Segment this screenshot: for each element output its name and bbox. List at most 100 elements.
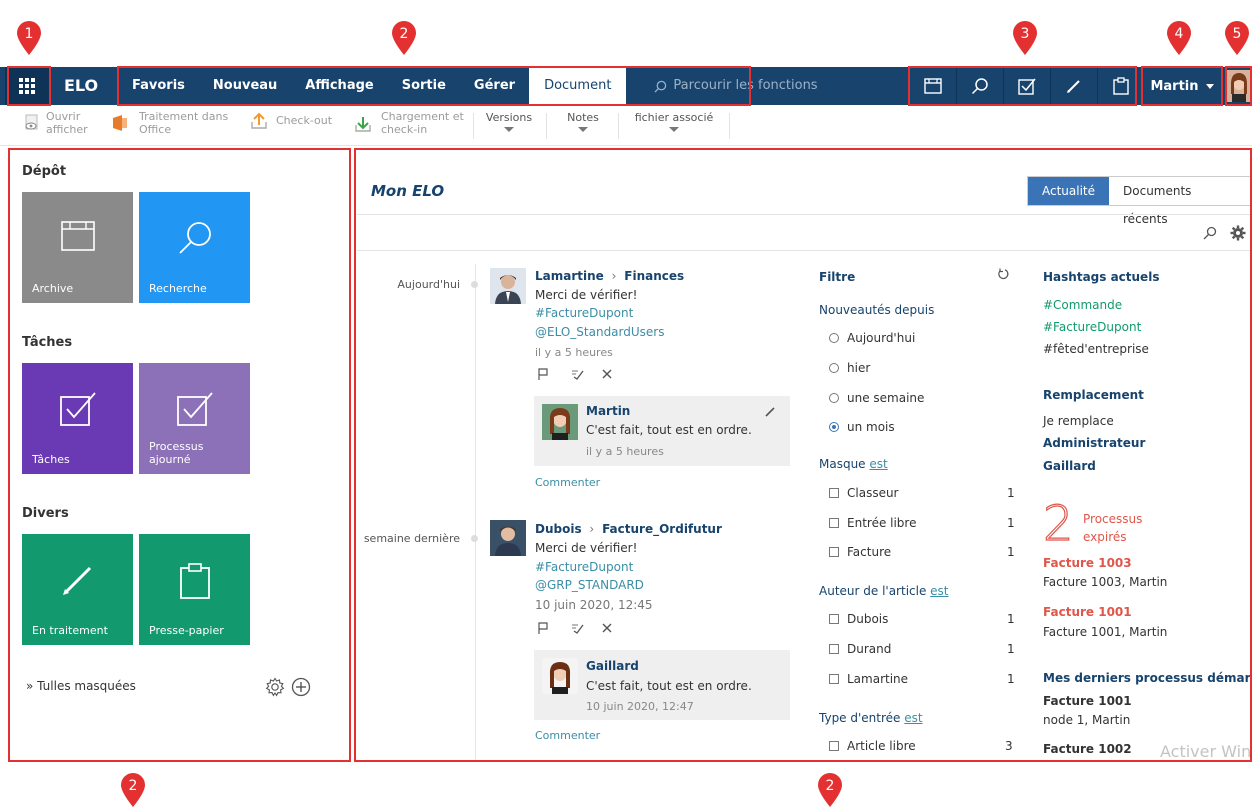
type-item[interactable]: Article libre (829, 739, 916, 753)
post-time: il y a 5 heures (535, 346, 613, 359)
post-target[interactable]: Facture_Ordifutur (602, 522, 722, 536)
timeline-dot (471, 281, 478, 288)
tab-actualite[interactable]: Actualité (1028, 177, 1110, 205)
hashtag-link[interactable]: #FactureDupont (1043, 320, 1141, 334)
close-icon[interactable] (602, 623, 612, 633)
expired-item-title[interactable]: Facture 1001 (1043, 605, 1132, 619)
since-option-week[interactable]: une semaine (829, 391, 924, 405)
close-icon[interactable] (602, 369, 612, 379)
mark-read-icon[interactable] (570, 368, 584, 380)
type-item-count: 3 (1005, 739, 1013, 753)
since-option-label: Aujourd'hui (847, 331, 916, 345)
mask-filter-label: Masque est (819, 457, 888, 471)
divider (357, 250, 1252, 251)
type-filter-label: Type d'entrée est (819, 711, 923, 725)
callout-number: 2 (129, 778, 138, 794)
flag-icon[interactable] (537, 368, 549, 380)
timeline-date: Aujourd'hui (397, 278, 460, 291)
author-label: Auteur de l'article (819, 584, 927, 598)
post-mention[interactable]: @GRP_STANDARD (535, 578, 644, 592)
since-option-today[interactable]: Aujourd'hui (829, 331, 915, 345)
post-text: Merci de vérifier! (535, 288, 638, 302)
tab-documents-recents[interactable]: Documents récents (1109, 177, 1251, 226)
mask-item-count: 1 (1007, 516, 1015, 530)
post-hashtag[interactable]: #FactureDupont (535, 306, 633, 320)
type-item-label: Article libre (847, 739, 916, 753)
post-author[interactable]: Dubois (535, 522, 582, 536)
reset-icon[interactable] (997, 268, 1009, 280)
post-text: Merci de vérifier! (535, 541, 638, 555)
author-item-label: Lamartine (847, 672, 909, 686)
callout-pin: 2 (121, 773, 145, 807)
post-target[interactable]: Finances (624, 269, 684, 283)
since-option-month[interactable]: un mois (829, 420, 895, 434)
hashtags-title: Hashtags actuels (1043, 270, 1160, 284)
author-item[interactable]: Durand (829, 642, 891, 656)
reply-author[interactable]: Martin (586, 404, 630, 418)
author-item[interactable]: Lamartine (829, 672, 908, 686)
replace-name[interactable]: Administrateur (1043, 436, 1145, 450)
mask-item[interactable]: Facture (829, 545, 891, 559)
checkbox (829, 674, 839, 684)
callout-number: 1 (25, 26, 34, 42)
comment-link[interactable]: Commenter (535, 729, 600, 742)
expired-item-sub: Facture 1001, Martin (1043, 625, 1168, 639)
reply-avatar (542, 404, 578, 440)
callout-pin: 1 (17, 21, 41, 55)
pencil-icon[interactable] (764, 406, 776, 418)
post-author[interactable]: Lamartine (535, 269, 604, 283)
expired-label[interactable]: Processus expirés (1083, 510, 1142, 546)
radio (829, 363, 839, 373)
mon-elo-panel: Mon ELO Actualité Documents récents Aujo… (0, 0, 1252, 808)
since-option-label: un mois (847, 420, 895, 434)
reply-card: Martin C'est fait, tout est en ordre. il… (534, 396, 790, 466)
mask-item-label: Entrée libre (847, 516, 917, 530)
chevron-right-icon: › (589, 522, 595, 536)
since-option-label: hier (847, 361, 871, 375)
author-item-label: Durand (847, 642, 892, 656)
radio (829, 393, 839, 403)
mask-item[interactable]: Classeur (829, 486, 899, 500)
mark-read-icon[interactable] (570, 622, 584, 634)
reply-author[interactable]: Gaillard (586, 659, 639, 673)
comment-link[interactable]: Commenter (535, 476, 600, 489)
reply-card: Gaillard C'est fait, tout est en ordre. … (534, 650, 790, 720)
chevron-right-icon: › (611, 269, 617, 283)
type-operator-link[interactable]: est (904, 711, 922, 725)
flag-icon[interactable] (537, 622, 549, 634)
hashtag-link[interactable]: #fêted'entreprise (1043, 342, 1149, 356)
started-item-title[interactable]: Facture 1002 (1043, 742, 1132, 756)
callout-pin: 2 (392, 21, 416, 55)
gear-icon[interactable] (1230, 225, 1246, 241)
replacement-title: Remplacement (1043, 388, 1144, 402)
reply-text: C'est fait, tout est en ordre. (586, 679, 752, 693)
activation-watermark: Activer Wind (1160, 742, 1252, 761)
search-icon[interactable] (1203, 226, 1217, 240)
mask-item-count: 1 (1007, 486, 1015, 500)
checkbox (829, 488, 839, 498)
started-item-title[interactable]: Facture 1001 (1043, 694, 1132, 708)
replace-name[interactable]: Gaillard (1043, 459, 1096, 473)
type-label: Type d'entrée (819, 711, 901, 725)
author-item-label: Dubois (847, 612, 889, 626)
expired-count: 2 (1043, 500, 1074, 544)
timeline-dot (471, 535, 478, 542)
mask-item-count: 1 (1007, 545, 1015, 559)
mask-item[interactable]: Entrée libre (829, 516, 916, 530)
author-operator-link[interactable]: est (930, 584, 948, 598)
since-label: Nouveautés depuis (819, 303, 935, 317)
since-option-yesterday[interactable]: hier (829, 361, 870, 375)
view-tabs: Actualité Documents récents (1027, 176, 1252, 226)
expired-item-title[interactable]: Facture 1003 (1043, 556, 1132, 570)
author-item[interactable]: Dubois (829, 612, 888, 626)
filter-title: Filtre (819, 270, 856, 284)
expired-item-sub: Facture 1003, Martin (1043, 575, 1168, 589)
mask-operator-link[interactable]: est (869, 457, 887, 471)
checkbox (829, 547, 839, 557)
post-hashtag[interactable]: #FactureDupont (535, 560, 633, 574)
post-mention[interactable]: @ELO_StandardUsers (535, 325, 664, 339)
checkbox (829, 518, 839, 528)
expired-count-text: 2 (1043, 500, 1074, 544)
timeline-date: semaine dernière (363, 532, 460, 545)
hashtag-link[interactable]: #Commande (1043, 298, 1122, 312)
